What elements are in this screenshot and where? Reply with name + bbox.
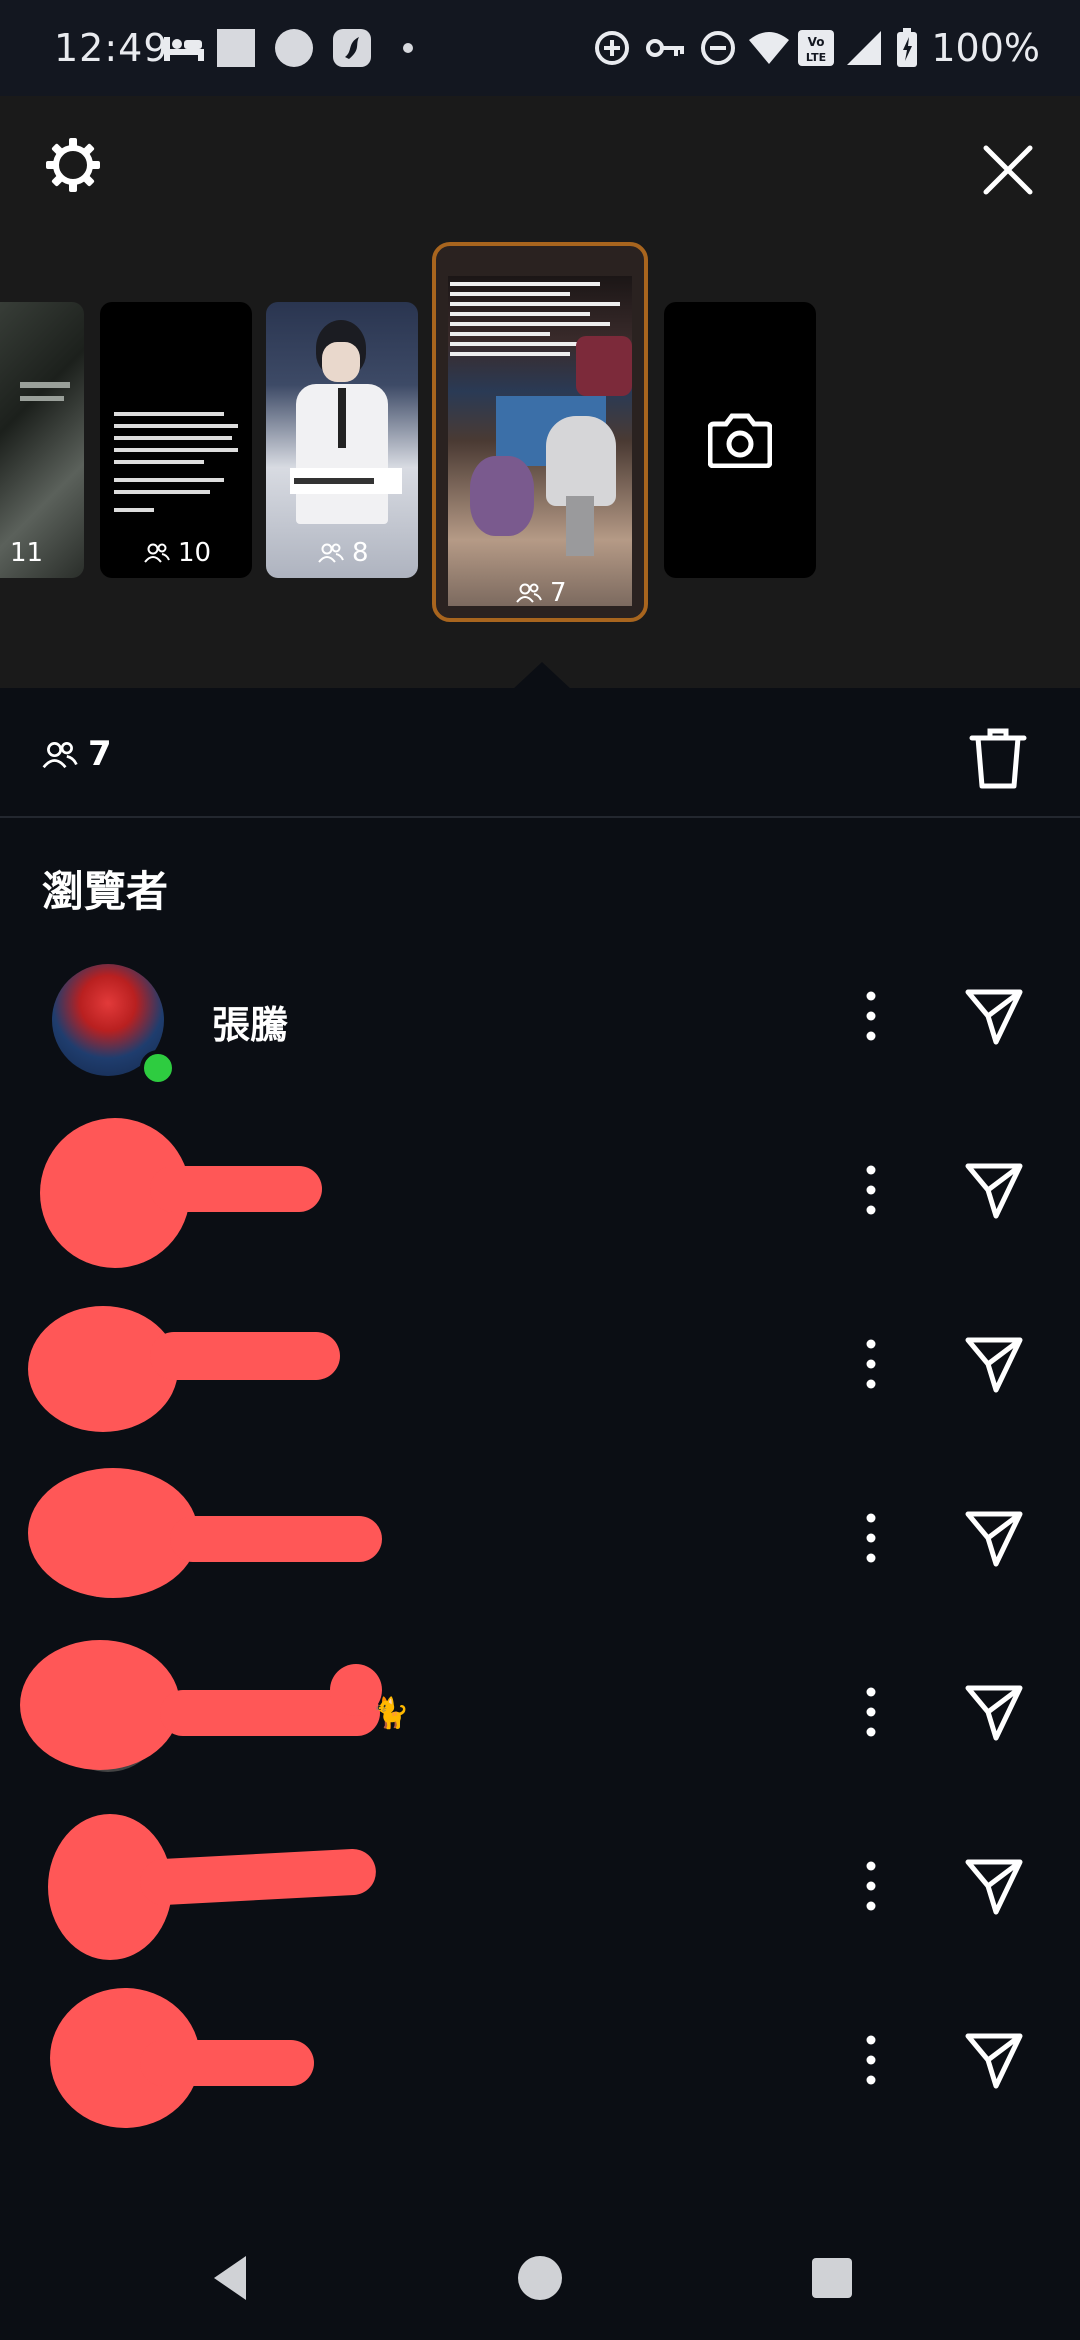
delete-button[interactable]	[968, 726, 1028, 790]
redaction-mark	[170, 1516, 382, 1562]
more-vertical-icon	[866, 1165, 876, 1215]
more-vertical-icon	[866, 1513, 876, 1563]
settings-button[interactable]	[44, 136, 102, 194]
bed-icon	[158, 26, 210, 70]
trash-icon	[969, 728, 1027, 789]
recents-square-icon	[812, 2258, 852, 2298]
viewers-icon	[318, 543, 344, 563]
paper-plane-icon	[965, 1511, 1023, 1567]
viewers-icon	[42, 740, 78, 774]
system-nav-bar	[0, 2212, 1080, 2340]
more-vertical-icon	[866, 2035, 876, 2085]
vpn-key-icon	[644, 26, 688, 70]
redaction-mark	[150, 1332, 340, 1380]
back-button[interactable]	[200, 2246, 264, 2310]
more-vertical-icon	[866, 991, 876, 1041]
volte-icon: Vo LTE	[796, 26, 836, 70]
viewer-name[interactable]: 張騰	[212, 994, 288, 1049]
redaction-mark	[138, 1847, 378, 1907]
section-title: 瀏覽者	[42, 867, 169, 916]
viewer-row[interactable]	[0, 1118, 1080, 1268]
more-vertical-icon	[866, 1339, 876, 1389]
recents-button[interactable]	[800, 2246, 864, 2310]
circle-app-icon	[272, 26, 316, 70]
swift-icon	[330, 26, 374, 70]
viewer-row[interactable]: 張騰	[0, 944, 1080, 1086]
close-icon	[983, 145, 1033, 195]
story-tray: 11 10 8 7	[0, 96, 1080, 690]
redaction-mark	[150, 1166, 322, 1212]
camera-icon	[708, 413, 772, 468]
send-message-button[interactable]	[964, 1334, 1024, 1394]
viewer-row[interactable]	[0, 1466, 1080, 1606]
more-options-button[interactable]	[856, 1154, 886, 1226]
viewer-row[interactable]	[0, 1988, 1080, 2128]
story-thumbnail[interactable]: 8	[266, 302, 418, 578]
story-thumbnail-selected[interactable]: 7	[432, 242, 648, 622]
story-thumbnail[interactable]: 11	[0, 302, 84, 578]
more-options-button[interactable]	[856, 980, 886, 1052]
paper-plane-icon	[965, 1163, 1023, 1219]
send-message-button[interactable]	[964, 1682, 1024, 1742]
home-circle-icon	[518, 2256, 562, 2300]
more-vertical-icon	[866, 1861, 876, 1911]
dot-icon	[396, 26, 420, 70]
battery-percentage: 100%	[931, 26, 1040, 70]
paper-plane-icon	[965, 1685, 1023, 1741]
paper-plane-icon	[965, 2033, 1023, 2089]
thumbnail-view-count: 10	[144, 538, 211, 568]
close-button[interactable]	[980, 142, 1036, 198]
send-message-button[interactable]	[964, 1856, 1024, 1916]
more-options-button[interactable]	[856, 1502, 886, 1574]
viewer-row[interactable]: 🐈	[0, 1640, 1080, 1780]
paper-plane-icon	[965, 989, 1023, 1045]
thumbnail-view-count: 7	[516, 578, 567, 608]
send-message-button[interactable]	[964, 2030, 1024, 2090]
redaction-mark	[20, 1640, 180, 1770]
data-saver-icon	[590, 26, 634, 70]
send-message-button[interactable]	[964, 1508, 1024, 1568]
online-status-dot	[140, 1050, 176, 1086]
story-thumbnail[interactable]: 10	[100, 302, 252, 578]
send-message-button[interactable]	[964, 986, 1024, 1046]
redaction-mark	[140, 2040, 314, 2086]
wifi-icon	[746, 26, 792, 70]
home-button[interactable]	[508, 2246, 572, 2310]
battery-icon	[892, 26, 922, 70]
paper-plane-icon	[965, 1859, 1023, 1915]
gear-icon	[46, 138, 100, 192]
thumbnail-view-count: 11	[10, 538, 44, 568]
back-triangle-icon	[214, 2256, 246, 2300]
selection-pointer	[512, 662, 572, 690]
viewers-icon	[516, 583, 542, 603]
svg-text:Vo: Vo	[808, 35, 825, 49]
viewer-summary: 7	[0, 700, 1080, 818]
square-app-icon	[214, 26, 258, 70]
cat-emoji-icon: 🐈	[372, 1696, 410, 1731]
more-options-button[interactable]	[856, 1676, 886, 1748]
viewer-row[interactable]	[0, 1292, 1080, 1432]
more-options-button[interactable]	[856, 1328, 886, 1400]
status-time: 12:49	[54, 26, 169, 70]
divider	[0, 816, 1080, 818]
add-story-button[interactable]	[664, 302, 816, 578]
more-options-button[interactable]	[856, 1850, 886, 1922]
svg-text:LTE: LTE	[806, 51, 826, 64]
more-options-button[interactable]	[856, 2024, 886, 2096]
send-message-button[interactable]	[964, 1160, 1024, 1220]
viewer-row[interactable]	[0, 1814, 1080, 1960]
viewers-icon	[144, 543, 170, 563]
signal-icon	[842, 26, 886, 70]
viewer-count: 7	[88, 734, 112, 774]
thumbnail-view-count: 8	[318, 538, 369, 568]
more-vertical-icon	[866, 1687, 876, 1737]
do-not-disturb-icon	[696, 26, 740, 70]
paper-plane-icon	[965, 1337, 1023, 1393]
status-bar: 12:49 Vo LTE 100%	[0, 0, 1080, 96]
